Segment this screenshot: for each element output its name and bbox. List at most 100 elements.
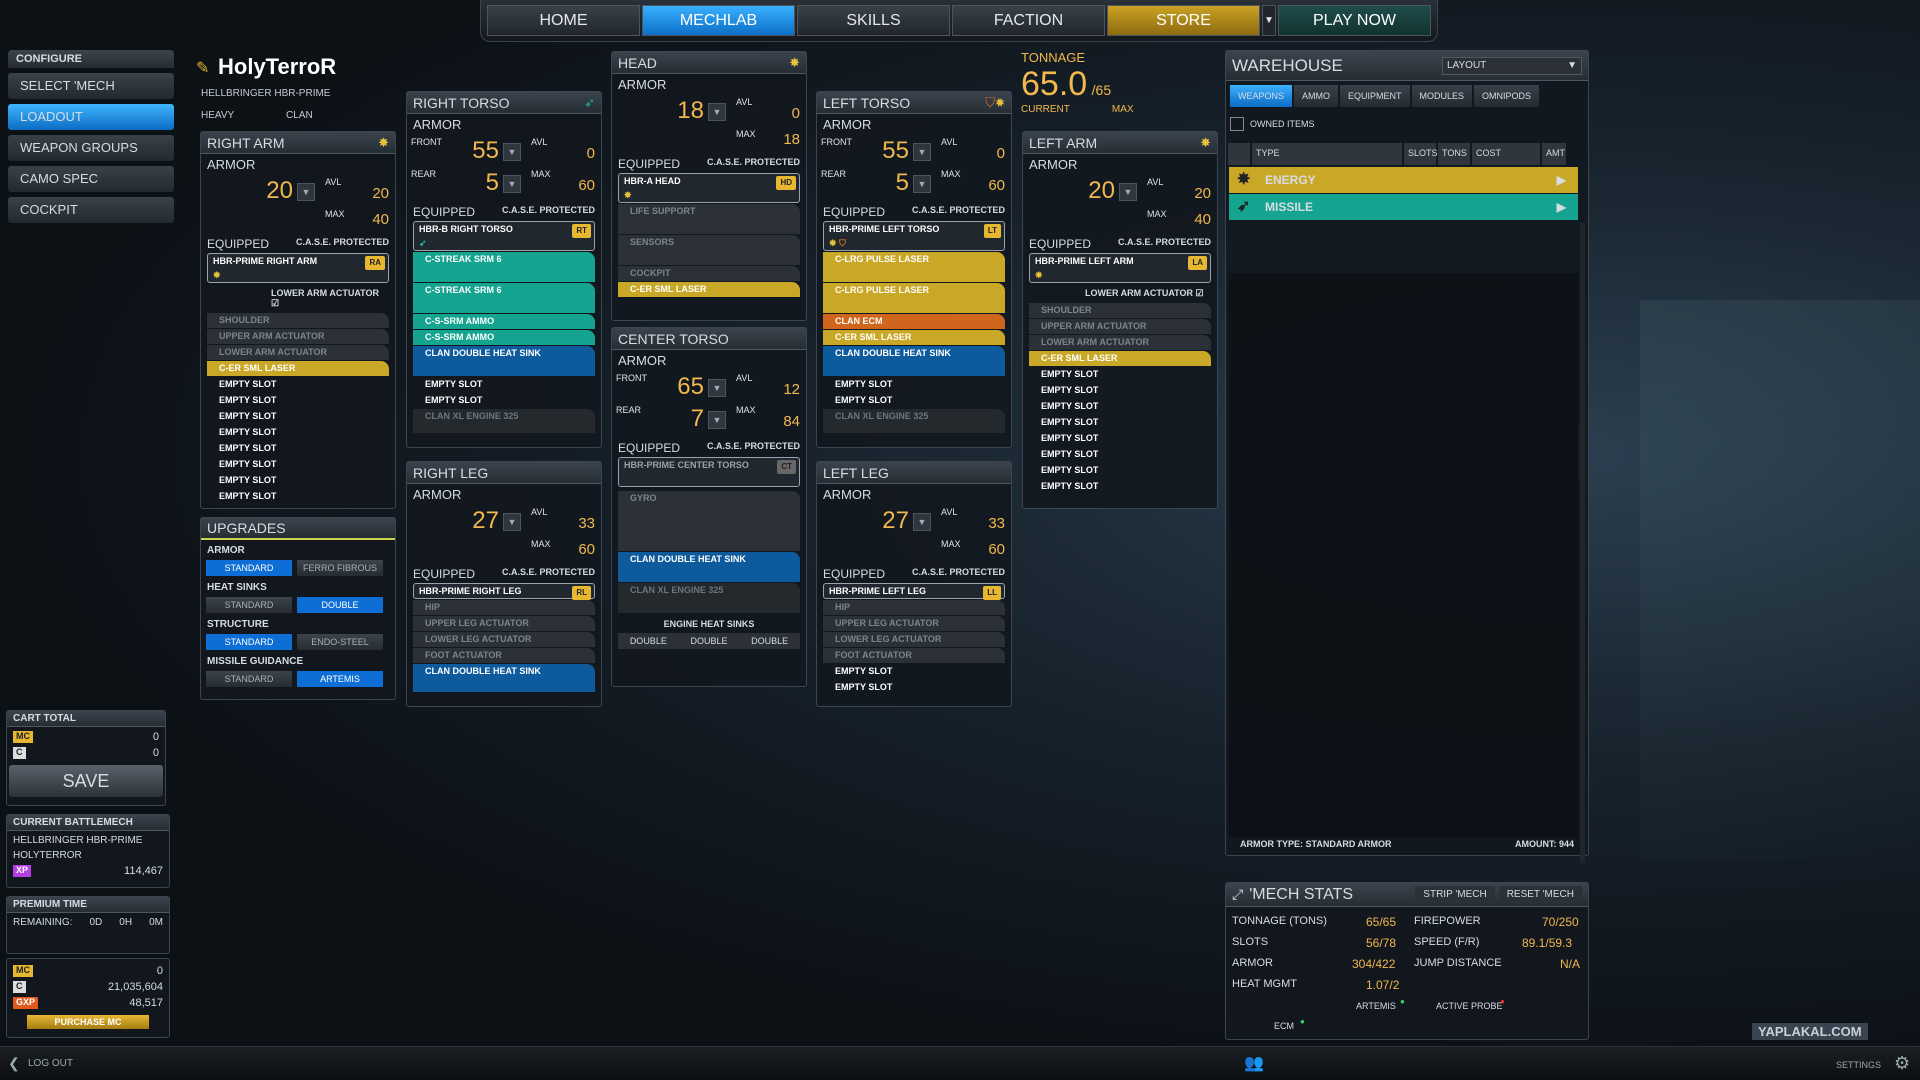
store-dropdown-icon[interactable]: ▼ <box>1262 5 1276 36</box>
list-item[interactable]: CLAN ECM <box>823 314 1005 329</box>
omnipod-slot[interactable]: HBR-PRIME LEFT LEG LL <box>823 583 1005 600</box>
armor-ferro-button[interactable]: FERRO FIBROUS <box>297 560 383 576</box>
menu-cockpit[interactable]: COCKPIT <box>8 197 174 223</box>
tab-skills[interactable]: SKILLS <box>797 5 950 36</box>
list-item[interactable]: EMPTY SLOT <box>207 425 389 440</box>
missile-artemis-button[interactable]: ARTEMIS <box>297 671 383 687</box>
tab-store[interactable]: STORE <box>1107 5 1260 36</box>
list-item[interactable]: CLAN DOUBLE HEAT SINK <box>413 664 595 692</box>
list-item[interactable]: C-ER SML LASER <box>823 330 1005 345</box>
expand-icon[interactable]: ▶ <box>1557 167 1566 193</box>
gear-icon[interactable]: ⚙ <box>1894 1053 1910 1074</box>
list-item[interactable]: EMPTY SLOT <box>1029 367 1211 382</box>
list-item[interactable]: EMPTY SLOT <box>1029 447 1211 462</box>
armor-stepper[interactable]: ▼ <box>708 103 726 121</box>
armor-stepper[interactable]: ▼ <box>1119 183 1137 201</box>
col-tons[interactable]: TONS <box>1438 143 1470 165</box>
list-item[interactable]: EMPTY SLOT <box>1029 463 1211 478</box>
front-stepper[interactable]: ▼ <box>503 143 521 161</box>
expand-stats-icon[interactable]: ⤢ <box>1232 886 1243 903</box>
tab-omnipods[interactable]: OMNIPODS <box>1474 85 1540 107</box>
social-icon[interactable]: 👥 <box>1244 1053 1264 1073</box>
engine-hs-slot[interactable]: DOUBLE <box>630 636 667 646</box>
category-energy[interactable]: ✸ ENERGY ▶ <box>1229 167 1578 193</box>
list-item[interactable]: EMPTY SLOT <box>823 377 1005 392</box>
col-amt[interactable]: AMT <box>1542 143 1566 165</box>
list-item[interactable]: EMPTY SLOT <box>823 393 1005 408</box>
actuator-toggle[interactable]: LOWER ARM ACTUATOR ☑ <box>201 284 395 313</box>
save-button[interactable]: SAVE <box>9 765 163 797</box>
omnipod-slot[interactable]: HBR-PRIME RIGHT ARM RA ✸ <box>207 253 389 283</box>
purchase-mc-button[interactable]: PURCHASE MC <box>27 1015 149 1029</box>
list-item[interactable]: EMPTY SLOT <box>207 441 389 456</box>
list-item[interactable]: C-STREAK SRM 6 <box>413 252 595 282</box>
list-item[interactable]: CLAN DOUBLE HEAT SINK <box>413 346 595 376</box>
back-arrow-icon[interactable]: ❮ <box>8 1055 20 1072</box>
tab-weapons[interactable]: WEAPONS <box>1230 85 1293 107</box>
settings-label[interactable]: SETTINGS <box>1836 1060 1881 1070</box>
armor-stepper[interactable]: ▼ <box>913 513 931 531</box>
list-item[interactable]: C-STREAK SRM 6 <box>413 283 595 313</box>
list-item[interactable]: C-LRG PULSE LASER <box>823 252 1005 282</box>
omnipod-slot[interactable]: HBR-B RIGHT TORSO RT ➶ <box>413 221 595 251</box>
front-stepper[interactable]: ▼ <box>913 143 931 161</box>
armor-standard-button[interactable]: STANDARD <box>206 560 292 576</box>
heat-standard-button[interactable]: STANDARD <box>206 597 292 613</box>
list-item[interactable]: C-LRG PULSE LASER <box>823 283 1005 313</box>
menu-loadout[interactable]: LOADOUT <box>8 104 174 130</box>
list-item[interactable]: EMPTY SLOT <box>1029 431 1211 446</box>
list-item[interactable]: EMPTY SLOT <box>207 473 389 488</box>
checkbox-icon[interactable]: ☑ <box>1196 288 1204 298</box>
tab-home[interactable]: HOME <box>487 5 640 36</box>
owned-items-checkbox[interactable] <box>1230 117 1244 131</box>
tab-mechlab[interactable]: MECHLAB <box>642 5 795 36</box>
missile-standard-button[interactable]: STANDARD <box>206 671 292 687</box>
menu-weapon-groups[interactable]: WEAPON GROUPS <box>8 135 174 161</box>
strip-mech-button[interactable]: STRIP 'MECH <box>1415 886 1495 903</box>
list-item[interactable]: EMPTY SLOT <box>413 393 595 408</box>
col-cost[interactable]: COST <box>1472 143 1540 165</box>
list-item[interactable]: EMPTY SLOT <box>207 409 389 424</box>
list-item[interactable]: C-S-SRM AMMO <box>413 330 595 345</box>
armor-stepper[interactable]: ▼ <box>297 183 315 201</box>
logout-link[interactable]: LOG OUT <box>28 1058 73 1069</box>
list-item[interactable]: CLAN DOUBLE HEAT SINK <box>618 552 800 582</box>
engine-hs-slot[interactable]: DOUBLE <box>690 636 727 646</box>
tab-ammo[interactable]: AMMO <box>1294 85 1339 107</box>
warehouse-scrollbar[interactable] <box>1580 223 1585 863</box>
list-item[interactable]: C-ER SML LASER <box>1029 351 1211 366</box>
omnipod-slot[interactable]: HBR-PRIME CENTER TORSO CT <box>618 457 800 487</box>
list-item[interactable]: C-ER SML LASER <box>618 282 800 297</box>
list-item[interactable]: CLAN DOUBLE HEAT SINK <box>823 346 1005 376</box>
reset-mech-button[interactable]: RESET 'MECH <box>1498 886 1582 903</box>
list-item[interactable]: EMPTY SLOT <box>1029 383 1211 398</box>
play-now-button[interactable]: PLAY NOW <box>1278 5 1431 36</box>
list-item[interactable]: EMPTY SLOT <box>207 489 389 504</box>
expand-icon[interactable]: ▶ <box>1557 194 1566 220</box>
list-item[interactable]: EMPTY SLOT <box>207 393 389 408</box>
list-item[interactable]: EMPTY SLOT <box>207 377 389 392</box>
menu-camo-spec[interactable]: CAMO SPEC <box>8 166 174 192</box>
list-item[interactable]: EMPTY SLOT <box>1029 415 1211 430</box>
engine-hs-slot[interactable]: DOUBLE <box>751 636 788 646</box>
structure-endo-button[interactable]: ENDO-STEEL <box>297 634 383 650</box>
omnipod-slot[interactable]: HBR-PRIME LEFT TORSO LT ✸ ⛉ <box>823 221 1005 251</box>
list-item[interactable]: EMPTY SLOT <box>413 377 595 392</box>
front-stepper[interactable]: ▼ <box>708 379 726 397</box>
col-type[interactable]: TYPE <box>1252 143 1402 165</box>
structure-standard-button[interactable]: STANDARD <box>206 634 292 650</box>
checkbox-icon[interactable]: ☑ <box>271 298 279 308</box>
list-item[interactable]: EMPTY SLOT <box>207 457 389 472</box>
list-item[interactable]: C-ER SML LASER <box>207 361 389 376</box>
omnipod-slot[interactable]: HBR-A HEAD HD ✸ <box>618 173 800 203</box>
menu-select-mech[interactable]: SELECT 'MECH <box>8 73 174 99</box>
tab-equipment[interactable]: EQUIPMENT <box>1340 85 1410 107</box>
list-item[interactable]: EMPTY SLOT <box>1029 399 1211 414</box>
omnipod-slot[interactable]: HBR-PRIME LEFT ARM LA ✸ <box>1029 253 1211 283</box>
list-item[interactable]: C-S-SRM AMMO <box>413 314 595 329</box>
heat-double-button[interactable]: DOUBLE <box>297 597 383 613</box>
mech-name[interactable]: HolyTerroR <box>218 54 336 80</box>
rear-stepper[interactable]: ▼ <box>913 175 931 193</box>
list-item[interactable]: EMPTY SLOT <box>823 680 1005 695</box>
tab-faction[interactable]: FACTION <box>952 5 1105 36</box>
